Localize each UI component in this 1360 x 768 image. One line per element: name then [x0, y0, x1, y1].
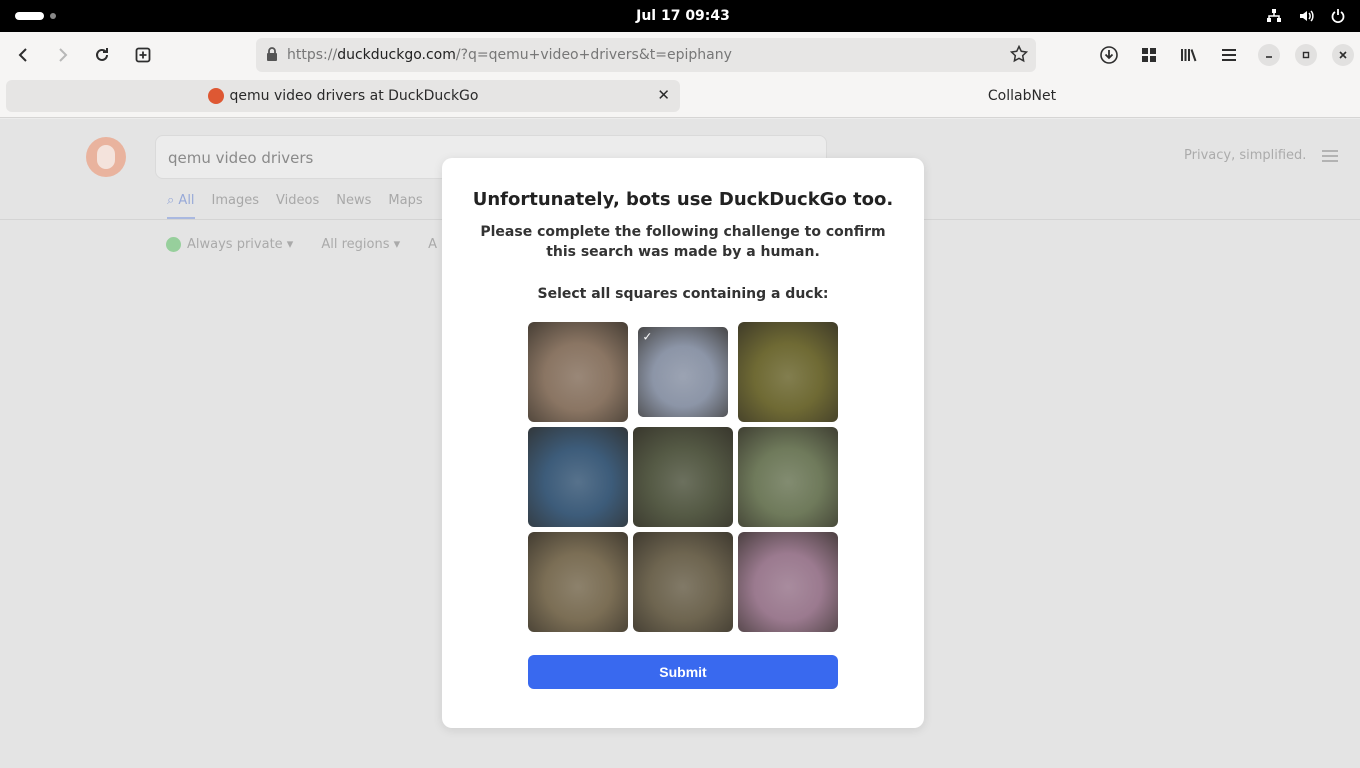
- leopard-cat-image[interactable]: [528, 322, 628, 422]
- modal-subtitle: Please complete the following challenge …: [480, 224, 886, 260]
- tab-bar: qemu video drivers at DuckDuckGo ✕ Colla…: [0, 78, 1360, 118]
- search-query: qemu video drivers: [168, 149, 314, 167]
- duck-image[interactable]: [633, 532, 733, 632]
- tab-close-icon[interactable]: ✕: [657, 86, 670, 104]
- forward-icon[interactable]: [46, 39, 78, 71]
- menu-icon[interactable]: [1213, 39, 1245, 71]
- flamingo-image[interactable]: ✓: [638, 327, 728, 417]
- back-icon[interactable]: [8, 39, 40, 71]
- filter-privacy[interactable]: Always private ▾: [166, 237, 293, 252]
- nav-all[interactable]: ⌕ All: [167, 193, 195, 219]
- tab-duckduckgo[interactable]: qemu video drivers at DuckDuckGo ✕: [6, 80, 680, 112]
- tab-title: CollabNet: [987, 88, 1057, 104]
- checkmark-icon: ✓: [642, 330, 653, 345]
- tab-title: qemu video drivers at DuckDuckGo: [229, 88, 479, 104]
- koala-image[interactable]: [633, 427, 733, 527]
- star-icon[interactable]: [1009, 44, 1029, 67]
- close-icon[interactable]: [1332, 44, 1354, 66]
- filter-region[interactable]: All regions ▾: [321, 237, 400, 252]
- nav-maps[interactable]: Maps: [388, 193, 422, 219]
- check-icon: [166, 237, 181, 252]
- power-icon[interactable]: [1328, 6, 1348, 26]
- url-text[interactable]: https://duckduckgo.com/?q=qemu+video+dri…: [287, 38, 732, 72]
- browser-toolbar: https://duckduckgo.com/?q=qemu+video+dri…: [0, 32, 1360, 78]
- clock[interactable]: Jul 17 09:43: [0, 0, 1360, 32]
- hamburger-menu-icon[interactable]: [1322, 150, 1338, 165]
- minimize-icon[interactable]: [1258, 44, 1280, 66]
- duckduckgo-favicon-icon: [207, 88, 224, 104]
- squirrel-image[interactable]: [738, 427, 838, 527]
- reload-icon[interactable]: [86, 39, 118, 71]
- filter-time[interactable]: A: [428, 237, 437, 252]
- network-icon[interactable]: [1264, 6, 1284, 26]
- deer-image[interactable]: [528, 532, 628, 632]
- duck-water-image[interactable]: [528, 427, 628, 527]
- image-grid: ✓: [528, 322, 838, 632]
- address-bar[interactable]: https://duckduckgo.com/?q=qemu+video+dri…: [256, 38, 1036, 72]
- volume-icon[interactable]: [1296, 6, 1316, 26]
- duckduckgo-logo[interactable]: [86, 137, 126, 177]
- system-top-bar: Jul 17 09:43: [0, 0, 1360, 32]
- tagline: Privacy, simplified.: [1184, 148, 1307, 163]
- bot-challenge-modal: Unfortunately, bots use DuckDuckGo too. …: [442, 158, 924, 728]
- library-icon[interactable]: [1173, 39, 1205, 71]
- search-filters: Always private ▾ All regions ▾ A: [166, 237, 437, 252]
- modal-title: Unfortunately, bots use DuckDuckGo too.: [472, 189, 894, 210]
- maximize-icon[interactable]: [1295, 44, 1317, 66]
- nav-images[interactable]: Images: [212, 193, 260, 219]
- search-nav: ⌕ All Images Videos News Maps: [167, 193, 423, 219]
- nav-news[interactable]: News: [336, 193, 371, 219]
- new-tab-icon[interactable]: [127, 39, 159, 71]
- tab-collabnet[interactable]: CollabNet: [684, 80, 1360, 112]
- modal-instruction: Select all squares containing a duck:: [537, 286, 829, 302]
- cats-lavender-image[interactable]: [738, 532, 838, 632]
- download-icon[interactable]: [1093, 39, 1125, 71]
- submit-button[interactable]: Submit: [528, 655, 838, 689]
- lock-icon[interactable]: [266, 47, 278, 65]
- nav-videos[interactable]: Videos: [276, 193, 319, 219]
- monkey-image[interactable]: [738, 322, 838, 422]
- grid-icon[interactable]: [1133, 39, 1165, 71]
